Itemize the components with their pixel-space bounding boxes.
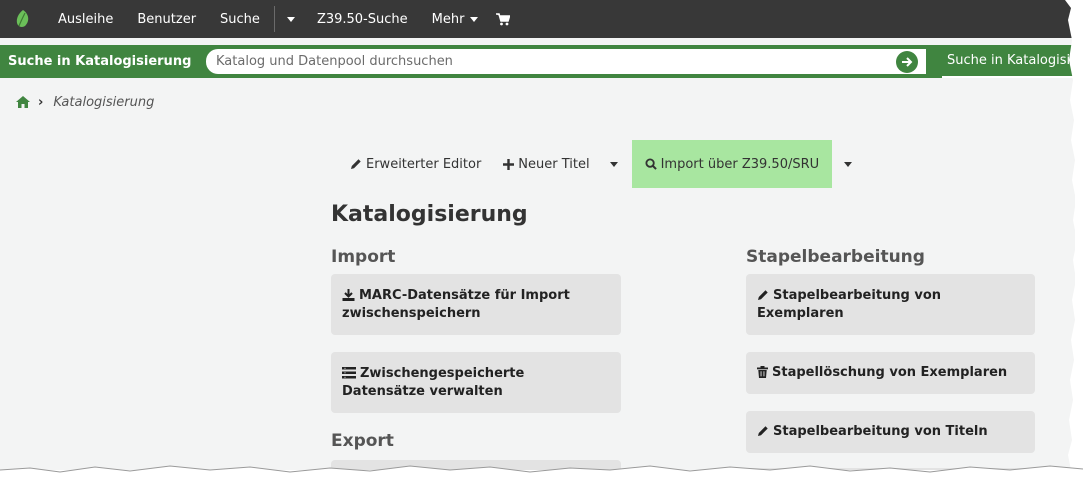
search-scope-label: Suche in Katalogisierung: [8, 54, 192, 69]
search-submit-button[interactable]: [888, 49, 926, 74]
torn-edge-right: [1065, 0, 1083, 481]
batch-heading: Stapelbearbeitung: [746, 247, 925, 267]
nav-ausleihe[interactable]: Ausleihe: [46, 0, 125, 38]
z3950-import-dropdown[interactable]: [832, 140, 864, 188]
batch-item-modification-button[interactable]: Stapelbearbeitung von Exemplaren: [746, 274, 1035, 335]
page: Ausleihe Benutzer Suche Z39.50-Suche Meh…: [0, 0, 1075, 470]
cataloging-toolbar: Erweiterter Editor Neuer Titel Import üb…: [340, 140, 864, 188]
advanced-editor-label: Erweiterter Editor: [366, 156, 482, 172]
chevron-down-icon: [470, 16, 479, 22]
batch-item-modification-label: Stapelbearbeitung von Exemplaren: [757, 287, 942, 321]
nav-suche[interactable]: Suche: [208, 0, 272, 38]
list-icon: [342, 366, 356, 378]
leaf-icon: [16, 10, 29, 27]
arrow-right-icon: [902, 56, 913, 67]
search-catalog-tab-label: Suche in Katalogisierung: [947, 53, 1075, 68]
catalog-search-input[interactable]: [206, 49, 926, 74]
stage-marc-records-label: MARC-Datensätze für Import zwischenspeic…: [342, 287, 570, 321]
new-record-dropdown[interactable]: [600, 140, 632, 188]
koha-logo[interactable]: [0, 0, 46, 38]
stage-marc-records-button[interactable]: MARC-Datensätze für Import zwischenspeic…: [331, 274, 621, 335]
batch-record-modification-label: Stapelbearbeitung von Titeln: [773, 424, 988, 439]
plus-icon: [503, 158, 515, 170]
nav-divider: [273, 6, 275, 32]
z3950-import-button[interactable]: Import über Z39.50/SRU: [631, 140, 833, 188]
export-heading: Export: [331, 431, 394, 451]
nav-mehr-label: Mehr: [431, 11, 465, 27]
new-record-button[interactable]: Neuer Titel: [491, 140, 599, 188]
z3950-import-label: Import über Z39.50/SRU: [660, 156, 820, 172]
import-heading: Import: [331, 247, 396, 267]
breadcrumb: › Katalogisierung: [16, 92, 154, 112]
chevron-down-icon: [844, 161, 853, 167]
batch-item-deletion-label: Stapellöschung von Exemplaren: [772, 365, 1008, 380]
nav-cart[interactable]: [484, 0, 522, 38]
home-icon[interactable]: [16, 96, 30, 108]
pencil-icon: [758, 289, 768, 300]
batch-item-deletion-button[interactable]: Stapellöschung von Exemplaren: [746, 352, 1035, 394]
cart-icon: [496, 12, 511, 25]
search-submit-circle: [896, 50, 918, 73]
chevron-down-icon: [609, 161, 618, 167]
chevron-right-icon: ›: [38, 94, 44, 110]
catalog-search-bar: Suche in Katalogisierung Suche in Katalo…: [0, 45, 1075, 78]
nav-search-dropdown[interactable]: [277, 0, 305, 38]
advanced-editor-button[interactable]: Erweiterter Editor: [340, 140, 491, 188]
nav-z3950-search[interactable]: Z39.50-Suche: [305, 0, 420, 38]
torn-edge-bottom: [0, 465, 1083, 481]
nav-benutzer[interactable]: Benutzer: [125, 0, 208, 38]
manage-staged-records-label: Zwischengespeicherte Datensätze verwalte…: [342, 365, 525, 399]
chevron-down-icon: [286, 16, 295, 22]
pencil-icon: [351, 159, 361, 169]
page-title: Katalogisierung: [331, 202, 528, 227]
download-icon: [342, 288, 355, 301]
search-catalog-tab[interactable]: Suche in Katalogisierung: [942, 45, 1075, 78]
search-icon: [645, 158, 657, 170]
search-label-arrow: [196, 45, 206, 77]
top-navbar: Ausleihe Benutzer Suche Z39.50-Suche Meh…: [0, 0, 1075, 38]
pencil-icon: [758, 426, 768, 436]
batch-record-modification-button[interactable]: Stapelbearbeitung von Titeln: [746, 411, 1035, 453]
breadcrumb-current: Katalogisierung: [53, 94, 155, 110]
nav-mehr[interactable]: Mehr: [420, 0, 485, 38]
manage-staged-records-button[interactable]: Zwischengespeicherte Datensätze verwalte…: [331, 352, 621, 413]
trash-icon: [757, 366, 768, 378]
new-record-label: Neuer Titel: [518, 156, 590, 172]
